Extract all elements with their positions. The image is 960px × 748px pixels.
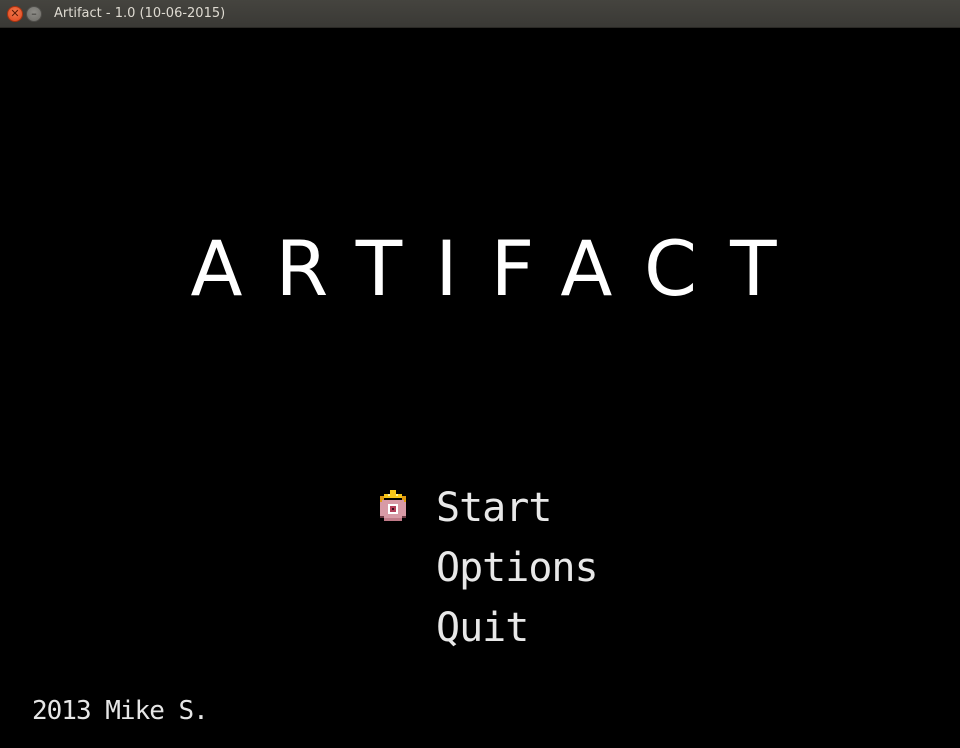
- window-title: Artifact - 1.0 (10-06-2015): [54, 6, 226, 21]
- credit-text: 2013 Mike S.: [32, 696, 209, 726]
- menu-item-start[interactable]: Start: [436, 484, 552, 532]
- menu-item-quit[interactable]: Quit: [436, 604, 529, 652]
- close-icon[interactable]: ✕: [7, 6, 23, 22]
- menu-item-options[interactable]: Options: [436, 544, 599, 592]
- minimize-icon[interactable]: –: [26, 6, 42, 22]
- app-window: ✕ – Artifact - 1.0 (10-06-2015) ARTIFACT: [0, 0, 960, 748]
- game-title: ARTIFACT: [190, 224, 810, 313]
- game-canvas[interactable]: ARTIFACT Start Options Quit 2013 Mike S.: [0, 28, 960, 748]
- crown-orb-cursor-icon: [380, 490, 406, 521]
- window-titlebar[interactable]: ✕ – Artifact - 1.0 (10-06-2015): [0, 0, 960, 28]
